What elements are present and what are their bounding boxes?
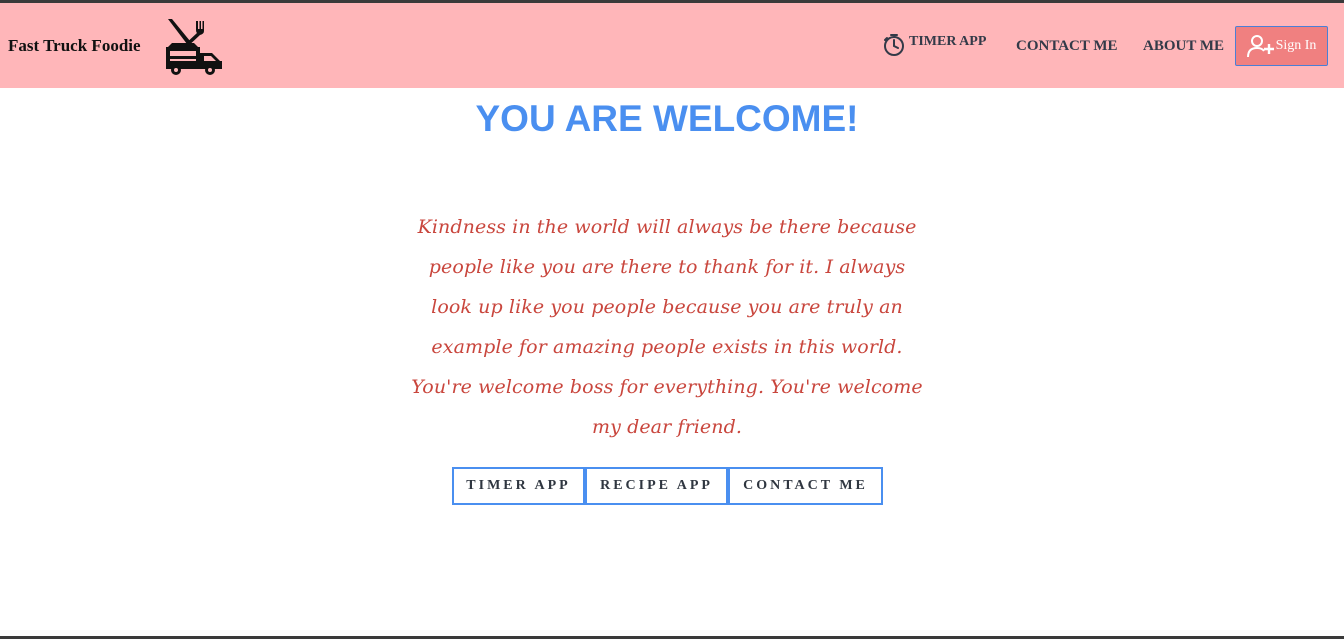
contact-me-button[interactable]: CONTACT ME — [728, 467, 883, 505]
nav-timer-app[interactable]: TIMER APP — [882, 33, 986, 57]
nav-about-me[interactable]: ABOUT ME — [1143, 38, 1224, 55]
timer-app-button[interactable]: TIMER APP — [452, 467, 585, 505]
sign-in-button[interactable]: Sign In — [1235, 26, 1328, 66]
food-truck-fork-knife-icon[interactable] — [160, 17, 224, 77]
recipe-app-button[interactable]: RECIPE APP — [585, 467, 728, 505]
sign-in-label: Sign In — [1275, 38, 1317, 53]
message-paragraph-2: You're welcome boss for everything. You'… — [411, 376, 923, 438]
thank-you-message: Kindness in the world will always be the… — [407, 207, 927, 447]
welcome-heading: YOU ARE WELCOME! — [475, 98, 859, 139]
stopwatch-icon — [884, 34, 904, 56]
nav-timer-label: TIMER APP — [909, 34, 987, 49]
add-user-icon — [1246, 35, 1274, 58]
message-paragraph-1: Kindness in the world will always be the… — [417, 216, 917, 358]
navbar: Fast Truck Foodie TIMER APP CONTACT ME A… — [0, 3, 1344, 88]
nav-contact-me[interactable]: CONTACT ME — [1016, 38, 1118, 55]
brand-name[interactable]: Fast Truck Foodie — [8, 36, 141, 56]
action-buttons: TIMER APP RECIPE APP CONTACT ME — [452, 467, 883, 505]
